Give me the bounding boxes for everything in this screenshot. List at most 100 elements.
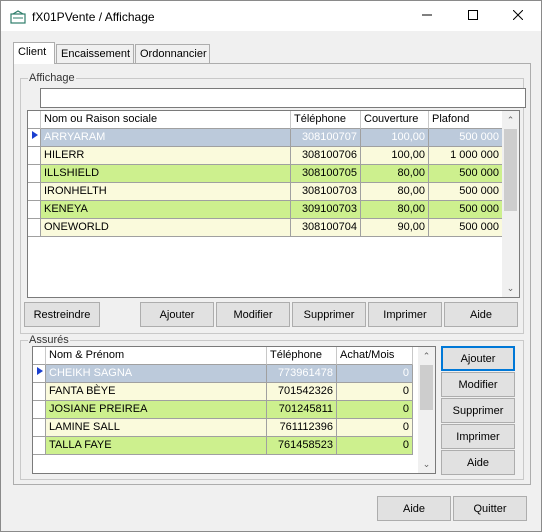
tab-ordonnancier[interactable]: Ordonnancier bbox=[135, 44, 210, 64]
close-button[interactable] bbox=[495, 1, 541, 31]
assure-cell-achat: 0 bbox=[337, 437, 413, 455]
tab-client[interactable]: Client bbox=[13, 42, 55, 64]
imprimer-assure-button[interactable]: Imprimer bbox=[441, 424, 515, 449]
col-header-limit[interactable]: Plafond bbox=[429, 111, 503, 129]
row-indicator[interactable] bbox=[28, 201, 41, 219]
assure-cell-phone: 701245811 bbox=[267, 401, 337, 419]
row-indicator[interactable] bbox=[28, 183, 41, 201]
assures-grid: Nom & Prénom Téléphone Achat/Mois CHEIKH… bbox=[32, 346, 436, 474]
assure-cell-achat: 0 bbox=[337, 365, 413, 383]
current-row-arrow-icon bbox=[32, 131, 38, 139]
row-indicator[interactable] bbox=[28, 219, 41, 237]
col-header-fullname[interactable]: Nom & Prénom bbox=[46, 347, 267, 365]
assure-cell-achat: 0 bbox=[337, 419, 413, 437]
modifier-assure-button[interactable]: Modifier bbox=[441, 372, 515, 397]
scroll-up-icon[interactable]: ⌃ bbox=[418, 348, 435, 365]
row-indicator[interactable] bbox=[28, 129, 41, 147]
client-cell-cover: 80,00 bbox=[361, 165, 429, 183]
assure-cell-achat: 0 bbox=[337, 383, 413, 401]
client-cell-name: ARRYARAM bbox=[41, 129, 291, 147]
assure-cell-name: JOSIANE PREIREA bbox=[46, 401, 267, 419]
row-indicator[interactable] bbox=[33, 419, 46, 437]
assures-legend: Assurés bbox=[28, 334, 70, 346]
client-cell-limit: 500 000 bbox=[429, 183, 503, 201]
client-cell-name: IRONHELTH bbox=[41, 183, 291, 201]
assure-cell-phone: 773961478 bbox=[267, 365, 337, 383]
scroll-thumb[interactable] bbox=[420, 365, 433, 410]
ajouter-assure-button[interactable]: Ajouter bbox=[441, 346, 515, 371]
header-indicator bbox=[33, 347, 46, 365]
client-cell-cover: 80,00 bbox=[361, 183, 429, 201]
client-tab-panel: Affichage Nom ou Raison sociale Téléphon… bbox=[13, 63, 531, 485]
aide-assure-button[interactable]: Aide bbox=[441, 450, 515, 475]
supprimer-assure-button[interactable]: Supprimer bbox=[441, 398, 515, 423]
client-cell-phone: 308100704 bbox=[291, 219, 361, 237]
tab-encaissement[interactable]: Encaissement bbox=[56, 44, 134, 64]
client-cell-phone: 309100703 bbox=[291, 201, 361, 219]
client-cell-limit: 500 000 bbox=[429, 219, 503, 237]
quitter-button[interactable]: Quitter bbox=[453, 496, 527, 521]
modifier-client-button[interactable]: Modifier bbox=[216, 302, 290, 327]
window-title: fX01PVente / Affichage bbox=[32, 10, 155, 24]
client-cell-name: KENEYA bbox=[41, 201, 291, 219]
scroll-down-icon[interactable]: ⌄ bbox=[418, 456, 435, 473]
maximize-button[interactable] bbox=[450, 1, 496, 31]
client-cell-phone: 308100706 bbox=[291, 147, 361, 165]
aide-client-button[interactable]: Aide bbox=[444, 302, 518, 327]
header-indicator bbox=[28, 111, 41, 129]
assures-scrollbar[interactable]: ⌃ ⌄ bbox=[418, 347, 435, 473]
row-indicator[interactable] bbox=[28, 165, 41, 183]
main-window: fX01PVente / Affichage Client Encaisseme… bbox=[0, 0, 542, 532]
client-cell-cover: 100,00 bbox=[361, 147, 429, 165]
assure-cell-name: FANTA BÈYE bbox=[46, 383, 267, 401]
col-header-name[interactable]: Nom ou Raison sociale bbox=[41, 111, 291, 129]
scroll-up-icon[interactable]: ⌃ bbox=[502, 112, 519, 129]
title-bar: fX01PVente / Affichage bbox=[1, 1, 541, 31]
assure-cell-achat: 0 bbox=[337, 401, 413, 419]
affichage-legend: Affichage bbox=[28, 72, 76, 84]
client-cell-cover: 100,00 bbox=[361, 129, 429, 147]
scroll-thumb[interactable] bbox=[504, 129, 517, 211]
assure-cell-name: LAMINE SALL bbox=[46, 419, 267, 437]
assure-cell-phone: 761458523 bbox=[267, 437, 337, 455]
row-indicator[interactable] bbox=[33, 383, 46, 401]
minimize-icon bbox=[422, 10, 432, 23]
col-header-achat[interactable]: Achat/Mois bbox=[337, 347, 413, 365]
col-header-cover[interactable]: Couverture bbox=[361, 111, 429, 129]
imprimer-client-button[interactable]: Imprimer bbox=[368, 302, 442, 327]
minimize-button[interactable] bbox=[404, 1, 450, 31]
aide-button[interactable]: Aide bbox=[377, 496, 451, 521]
row-indicator[interactable] bbox=[33, 365, 46, 383]
client-cell-name: HILERR bbox=[41, 147, 291, 165]
row-indicator[interactable] bbox=[33, 437, 46, 455]
client-cell-phone: 308100707 bbox=[291, 129, 361, 147]
row-indicator[interactable] bbox=[28, 147, 41, 165]
client-cell-name: ILLSHIELD bbox=[41, 165, 291, 183]
clients-scrollbar[interactable]: ⌃ ⌄ bbox=[502, 111, 519, 297]
restreindre-button[interactable]: Restreindre bbox=[24, 302, 100, 327]
client-cell-phone: 308100705 bbox=[291, 165, 361, 183]
client-cell-limit: 1 000 000 bbox=[429, 147, 503, 165]
assure-cell-phone: 761112396 bbox=[267, 419, 337, 437]
client-cell-limit: 500 000 bbox=[429, 165, 503, 183]
scroll-down-icon[interactable]: ⌄ bbox=[502, 280, 519, 297]
client-cell-cover: 90,00 bbox=[361, 219, 429, 237]
row-indicator[interactable] bbox=[33, 401, 46, 419]
client-cell-phone: 308100703 bbox=[291, 183, 361, 201]
client-cell-name: ONEWORLD bbox=[41, 219, 291, 237]
assure-cell-phone: 701542326 bbox=[267, 383, 337, 401]
client-cell-limit: 500 000 bbox=[429, 201, 503, 219]
col-header-phone[interactable]: Téléphone bbox=[267, 347, 337, 365]
assure-cell-name: TALLA FAYE bbox=[46, 437, 267, 455]
filter-input[interactable] bbox=[40, 88, 526, 108]
clients-grid: Nom ou Raison sociale Téléphone Couvertu… bbox=[27, 110, 520, 298]
maximize-icon bbox=[468, 9, 478, 23]
client-cell-limit: 500 000 bbox=[429, 129, 503, 147]
supprimer-client-button[interactable]: Supprimer bbox=[292, 302, 366, 327]
current-row-arrow-icon bbox=[37, 367, 43, 375]
client-cell-cover: 80,00 bbox=[361, 201, 429, 219]
ajouter-client-button[interactable]: Ajouter bbox=[140, 302, 214, 327]
app-icon bbox=[10, 10, 26, 24]
col-header-phone[interactable]: Téléphone bbox=[291, 111, 361, 129]
close-icon bbox=[512, 9, 524, 23]
